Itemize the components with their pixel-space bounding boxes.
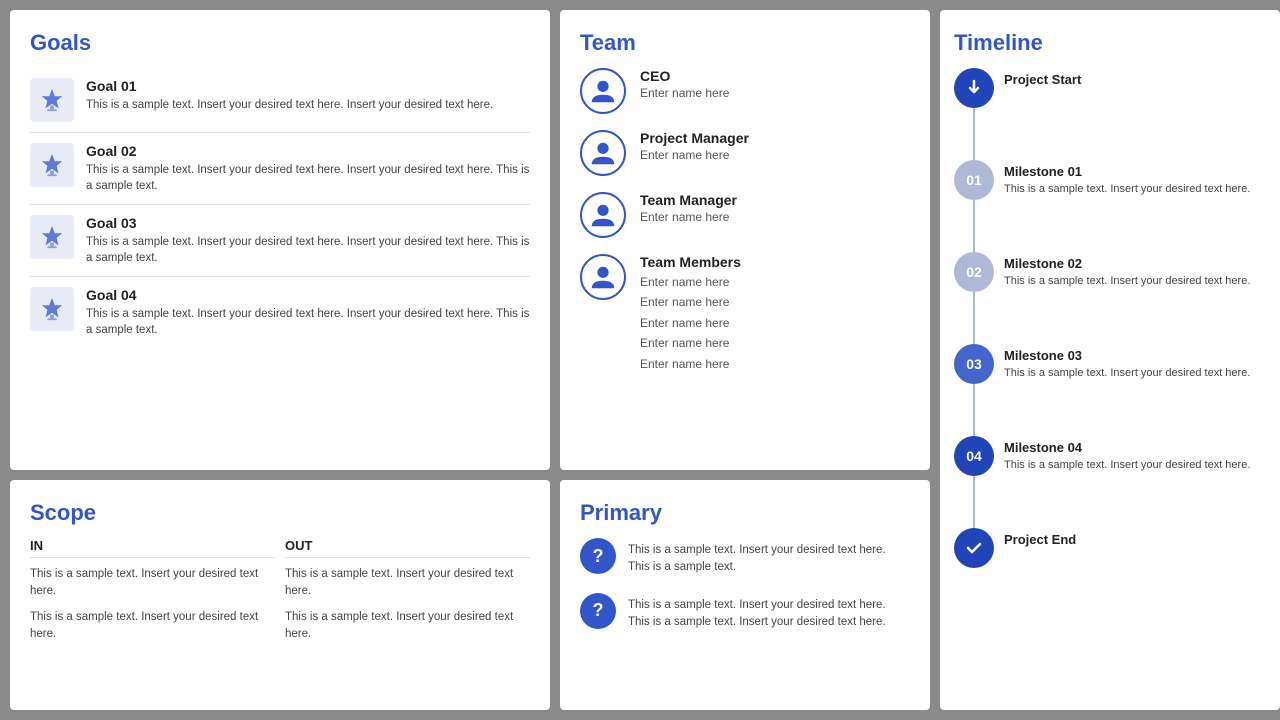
scope-out-title: OUT [285,538,530,558]
timeline-sub: This is a sample text. Insert your desir… [1004,182,1266,197]
timeline-dot [954,528,994,568]
team-member: Project Manager Enter name here [580,130,910,176]
timeline-dot: 03 [954,344,994,384]
question-icon: ? [580,593,616,629]
timeline-item: 04 Milestone 04 This is a sample text. I… [954,436,1266,528]
member-avatar [580,192,626,238]
team-member: Team Manager Enter name here [580,192,910,238]
goal-icon [30,78,74,122]
timeline-item: Project End [954,528,1266,568]
member-name: Enter name here [640,210,910,224]
team-card: Team CEO Enter name here Project Manager… [560,10,930,470]
goal-item: Goal 03 This is a sample text. Insert yo… [30,205,530,277]
goal-label: Goal 01 [86,78,530,94]
timeline-milestone: Project End [1004,532,1266,547]
scope-out-item: This is a sample text. Insert your desir… [285,609,530,644]
member-name: Enter name here [640,272,910,292]
primary-list: ? This is a sample text. Insert your des… [580,538,910,631]
timeline-item: 01 Milestone 01 This is a sample text. I… [954,160,1266,252]
scope-in-item: This is a sample text. Insert your desir… [30,566,275,601]
member-role: CEO [640,68,910,84]
timeline-card: Timeline Project Start 01 Milestone 01 T… [940,10,1280,710]
scope-out-item: This is a sample text. Insert your desir… [285,566,530,601]
scope-grid: IN This is a sample text. Insert your de… [30,538,530,651]
goal-desc: This is a sample text. Insert your desir… [86,234,530,266]
member-avatar [580,130,626,176]
scope-card: Scope IN This is a sample text. Insert y… [10,480,550,710]
member-name: Enter name here [640,292,910,312]
primary-title: Primary [580,500,910,526]
goals-title: Goals [30,30,530,56]
goals-list: Goal 01 This is a sample text. Insert yo… [30,68,530,349]
timeline-dot: 02 [954,252,994,292]
timeline-dot: 04 [954,436,994,476]
goal-label: Goal 04 [86,287,530,303]
timeline-sub: This is a sample text. Insert your desir… [1004,458,1266,473]
scope-title: Scope [30,500,530,526]
question-icon: ? [580,538,616,574]
member-names: Enter name hereEnter name hereEnter name… [640,272,910,374]
member-role: Team Manager [640,192,910,208]
team-member: CEO Enter name here [580,68,910,114]
timeline-item: Project Start [954,68,1266,160]
goal-desc: This is a sample text. Insert your desir… [86,306,530,338]
goal-label: Goal 02 [86,143,530,159]
scope-in-col: IN This is a sample text. Insert your de… [30,538,275,651]
goal-item: Goal 02 This is a sample text. Insert yo… [30,133,530,205]
primary-desc: This is a sample text. Insert your desir… [628,593,910,632]
goal-icon [30,143,74,187]
goal-icon [30,287,74,331]
timeline-list: Project Start 01 Milestone 01 This is a … [954,68,1266,568]
timeline-dot [954,68,994,108]
member-role: Project Manager [640,130,910,146]
main-grid: Goals Goal 01 This is a sample text. Ins… [0,0,1280,720]
timeline-item: 03 Milestone 03 This is a sample text. I… [954,344,1266,436]
timeline-milestone: Milestone 04 [1004,440,1266,455]
goal-label: Goal 03 [86,215,530,231]
timeline-item: 02 Milestone 02 This is a sample text. I… [954,252,1266,344]
goal-icon [30,215,74,259]
member-name: Enter name here [640,148,910,162]
team-member: Team Members Enter name hereEnter name h… [580,254,910,374]
primary-item: ? This is a sample text. Insert your des… [580,538,910,577]
timeline-sub: This is a sample text. Insert your desir… [1004,366,1266,381]
timeline-milestone: Milestone 02 [1004,256,1266,271]
goal-item: Goal 01 This is a sample text. Insert yo… [30,68,530,133]
primary-card: Primary ? This is a sample text. Insert … [560,480,930,710]
team-title: Team [580,30,910,56]
timeline-milestone: Milestone 03 [1004,348,1266,363]
member-name: Enter name here [640,354,910,374]
member-name: Enter name here [640,313,910,333]
timeline-dot: 01 [954,160,994,200]
goal-desc: This is a sample text. Insert your desir… [86,97,530,113]
member-avatar [580,68,626,114]
primary-desc: This is a sample text. Insert your desir… [628,538,910,577]
team-list: CEO Enter name here Project Manager Ente… [580,68,910,374]
member-name: Enter name here [640,86,910,100]
member-name: Enter name here [640,333,910,353]
member-avatar [580,254,626,300]
goals-card: Goals Goal 01 This is a sample text. Ins… [10,10,550,470]
timeline-title: Timeline [954,30,1266,56]
scope-in-title: IN [30,538,275,558]
scope-out-col: OUT This is a sample text. Insert your d… [285,538,530,651]
member-role: Team Members [640,254,910,270]
goal-desc: This is a sample text. Insert your desir… [86,162,530,194]
goal-item: Goal 04 This is a sample text. Insert yo… [30,277,530,348]
timeline-milestone: Project Start [1004,72,1266,87]
scope-in-item: This is a sample text. Insert your desir… [30,609,275,644]
primary-item: ? This is a sample text. Insert your des… [580,593,910,632]
timeline-milestone: Milestone 01 [1004,164,1266,179]
timeline-sub: This is a sample text. Insert your desir… [1004,274,1266,289]
